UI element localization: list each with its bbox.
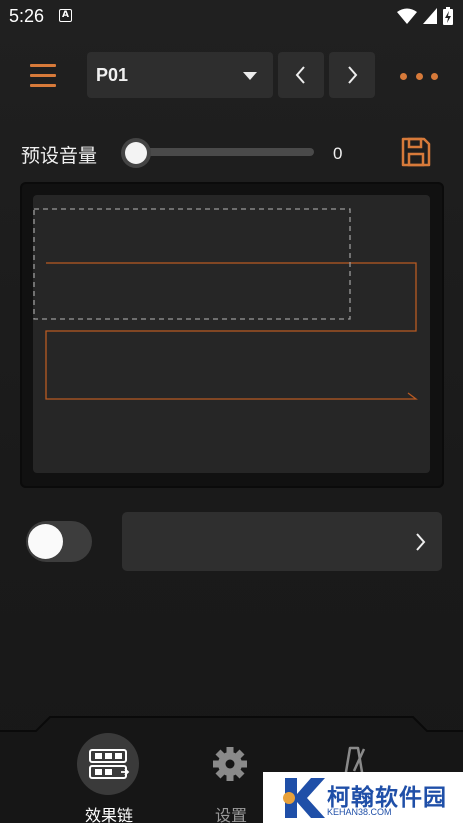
status-bar: 5:26 A [0, 0, 463, 34]
save-button[interactable] [399, 135, 433, 169]
signal-flow-path [45, 262, 418, 400]
more-dots-icon [400, 72, 407, 80]
wifi-icon [397, 8, 417, 24]
effect-chain-diagram [33, 208, 418, 400]
chevron-left-icon [295, 66, 305, 84]
status-icons [397, 7, 453, 25]
nav-icon-background [77, 733, 139, 795]
menu-button[interactable] [28, 60, 58, 90]
save-icon [401, 137, 431, 167]
chevron-right-icon [348, 66, 358, 84]
app-screen: 5:26 A P01 预设音量 0 效果链 设置 柯翰软件园 KEHAN38.C… [0, 0, 463, 823]
effect-toggle[interactable] [26, 521, 92, 562]
next-preset-button[interactable] [329, 52, 375, 98]
volume-value: 0 [333, 144, 343, 163]
more-options-button[interactable] [400, 70, 438, 82]
watermark-subtext: KEHAN38.COM [327, 807, 392, 817]
chevron-right-icon [416, 533, 426, 551]
volume-slider-thumb[interactable] [121, 138, 151, 168]
volume-slider-track[interactable] [124, 148, 314, 156]
effect-detail-button[interactable] [122, 512, 442, 571]
selection-box [33, 208, 351, 320]
preset-volume-label: 预设音量 [21, 145, 98, 167]
preset-dropdown[interactable]: P01 [87, 52, 273, 98]
notification-a-icon: A [59, 9, 72, 22]
previous-preset-button[interactable] [278, 52, 324, 98]
watermark-logo: 柯翰软件园 KEHAN38.COM [263, 772, 463, 823]
toggle-knob [28, 524, 63, 559]
nav-label-effect-chain: 效果链 [84, 806, 133, 823]
hamburger-icon [30, 64, 56, 67]
top-toolbar: P01 [0, 50, 463, 100]
nav-effect-chain[interactable]: 效果链 [59, 700, 159, 823]
battery-icon [443, 7, 453, 25]
watermark-k-logo [283, 778, 325, 818]
preset-value: P01 [96, 65, 129, 85]
cell-signal-icon [423, 8, 437, 24]
gear-icon [213, 747, 247, 781]
caret-down-icon [243, 72, 257, 80]
effect-chain-icon [89, 749, 130, 779]
status-time: 5:26 [9, 6, 45, 26]
